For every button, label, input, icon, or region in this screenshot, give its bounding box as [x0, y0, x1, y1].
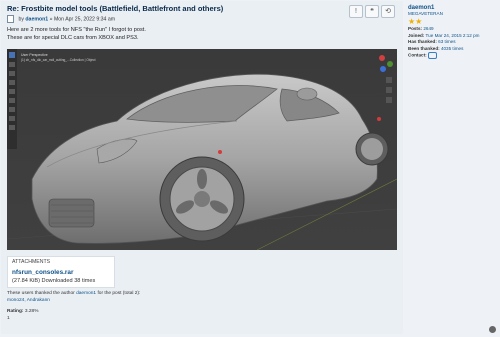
car-render: User Perspective (1) ch_nfs_dlc_car_mdl_… — [7, 49, 397, 250]
attachment-box: ATTACHMENTS nfsrun_consoles.rar (27.84 K… — [7, 256, 115, 288]
thanks-author-link[interactable]: daemon1 — [76, 291, 96, 296]
report-button[interactable]: ⟲ — [381, 5, 395, 18]
forum-post-frame: Re: Frostbite model tools (Battlefield, … — [0, 0, 500, 337]
blender-viewport-image[interactable]: User Perspective (1) ch_nfs_dlc_car_mdl_… — [7, 49, 397, 250]
meta-by: by — [18, 16, 24, 23]
post-icon[interactable] — [7, 15, 14, 23]
author-profile: daemon1 MEGAVETERAN ★★ Posts: 2649 Joine… — [408, 5, 498, 59]
warning-icon: ! — [355, 8, 357, 15]
quote-icon: ❝ — [370, 8, 374, 15]
viewport-subheader: (1) ch_nfs_dlc_car_mdl_cutting_...Collec… — [21, 58, 96, 62]
attachment-info: (27.84 KiB) Downloaded 38 times — [12, 278, 96, 284]
viewport-header: User Perspective — [21, 53, 48, 57]
post-container: Re: Frostbite model tools (Battlefield, … — [1, 1, 403, 334]
thanks-section: These users thanked the author daemon1 f… — [7, 290, 140, 304]
thanks-line: These users thanked the author daemon1 f… — [7, 290, 140, 297]
rating-section: Rating: 3.28% 1 — [7, 308, 38, 322]
rating-value: 3.28% — [24, 309, 39, 314]
thanks-users-links[interactable]: mono24, Andrakann — [7, 298, 50, 303]
attachment-header: ATTACHMENTS — [12, 259, 51, 265]
post-date: » Mon Apr 25, 2022 9:34 am — [49, 16, 116, 23]
warning-button[interactable]: ! — [349, 5, 363, 18]
rank-stars-icon: ★★ — [408, 17, 423, 26]
thanks-suffix: for the post (total 2): — [97, 291, 141, 296]
report-icon: ⟲ — [385, 8, 391, 15]
attachment-link[interactable]: nfsrun_consoles.rar — [12, 269, 73, 276]
profile-rank: MEGAVETERAN — [408, 11, 443, 16]
post-title[interactable]: Re: Frostbite model tools (Battlefield, … — [7, 4, 223, 13]
quote-button[interactable]: ❝ — [365, 5, 379, 18]
post-line-2: These are for special DLC cars from XBOX… — [7, 35, 139, 41]
contact-icon[interactable] — [427, 52, 437, 59]
thanks-prefix: These users thanked the author — [7, 291, 75, 296]
rating-label: Rating: — [7, 309, 24, 314]
post-author[interactable]: daemon1 — [25, 16, 48, 22]
back-to-top-icon[interactable] — [489, 326, 496, 333]
post-body: Here are 2 more tools for NFS "the Run" … — [7, 26, 146, 42]
rating-number: 1 — [7, 316, 10, 321]
post-meta: by daemon1 » Mon Apr 25, 2022 9:34 am — [7, 15, 115, 23]
post-line-1: Here are 2 more tools for NFS "the Run" … — [7, 27, 146, 33]
profile-contact: Contact: — [408, 52, 498, 59]
post-actions: ! ❝ ⟲ — [349, 5, 395, 18]
thanks-users: mono24, Andrakann — [7, 297, 140, 304]
